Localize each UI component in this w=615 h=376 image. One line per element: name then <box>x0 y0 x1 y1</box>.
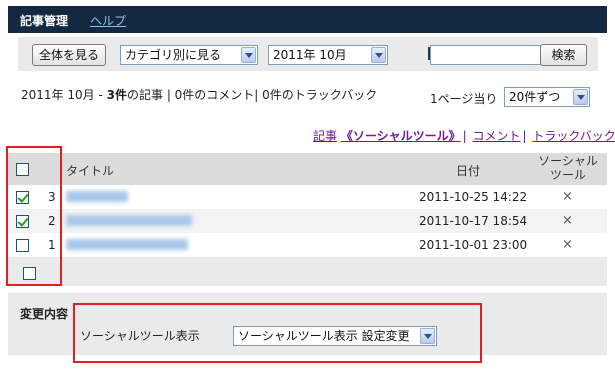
help-link[interactable]: ヘルプ <box>90 12 126 29</box>
chevron-down-icon <box>420 328 435 344</box>
row-date: 2011-10-25 14:22 <box>419 190 528 204</box>
article-title-link[interactable] <box>66 215 192 226</box>
social-status: × <box>562 213 573 228</box>
social-display-label: ソーシャルツール表示 <box>80 329 200 343</box>
column-title: タイトル <box>66 164 115 178</box>
select-all-checkbox-bottom[interactable] <box>23 267 36 280</box>
row-checkbox[interactable] <box>16 191 29 204</box>
summary-period: 2011年 10月 - <box>21 88 103 102</box>
article-title-link[interactable] <box>66 239 188 250</box>
chevron-down-icon <box>573 89 588 105</box>
row-date: 2011-10-01 23:00 <box>419 238 528 252</box>
social-status: × <box>562 189 573 204</box>
column-social-tool: ソーシャル ツール <box>538 154 598 182</box>
chevron-down-icon <box>241 47 256 63</box>
month-select[interactable]: 2011年 10月 <box>268 45 388 65</box>
summary-article-suffix: の記事 <box>126 88 163 102</box>
tab-social-tools[interactable]: 《ソーシャルツール》 <box>341 129 461 143</box>
view-tabs: 記事 《ソーシャルツール》 | コメント | トラックバック <box>313 127 615 144</box>
bulk-change-panel: 変更内容 ソーシャルツール表示 ソーシャルツール表示 設定変更 <box>8 293 607 355</box>
per-page-value: 20件ずつ <box>509 90 561 104</box>
column-social-line2: ツール <box>549 168 586 182</box>
summary-article-count: 3件 <box>106 88 127 102</box>
row-number: 3 <box>48 190 56 204</box>
page-title: 記事管理 <box>20 14 69 28</box>
select-all-checkbox[interactable] <box>16 163 29 176</box>
tab-comments[interactable]: コメント <box>472 129 520 143</box>
article-table: タイトル 日付 ソーシャル ツール 3 2011-10-25 14:22 × 2… <box>8 153 607 286</box>
table-row: 1 2011-10-01 23:00 × <box>8 233 607 257</box>
table-header: タイトル 日付 ソーシャル ツール <box>8 153 607 185</box>
search-button[interactable]: 検索 <box>540 44 587 66</box>
summary-rest: | 0件のコメント| 0件のトラックバック <box>166 88 378 102</box>
row-checkbox[interactable] <box>16 239 29 252</box>
row-checkbox[interactable] <box>16 215 29 228</box>
filter-toolbar: 全体を見る カテゴリ別に見る 2011年 10月 検索 <box>18 37 598 71</box>
column-social-line1: ソーシャル <box>538 154 598 168</box>
page-header: 記事管理 ヘルプ <box>8 6 607 33</box>
social-status: × <box>562 237 573 252</box>
chevron-down-icon <box>371 47 386 63</box>
article-title-link[interactable] <box>66 191 128 202</box>
category-select-value: カテゴリ別に見る <box>125 48 222 62</box>
tab-trackbacks[interactable]: トラックバック <box>532 129 615 143</box>
per-page-select[interactable]: 20件ずつ <box>504 87 590 107</box>
tab-separator: | <box>522 129 527 143</box>
social-display-select[interactable]: ソーシャルツール表示 設定変更 <box>233 326 437 346</box>
social-display-value: ソーシャルツール表示 設定変更 <box>238 329 410 343</box>
search-input[interactable] <box>430 45 548 65</box>
tab-articles[interactable]: 記事 <box>313 129 337 143</box>
view-all-button[interactable]: 全体を見る <box>32 44 106 66</box>
row-number: 1 <box>48 238 56 252</box>
month-select-value: 2011年 10月 <box>273 48 347 62</box>
column-date: 日付 <box>456 164 481 178</box>
article-summary: 2011年 10月 - 3件の記事 | 0件のコメント| 0件のトラックバック <box>21 86 377 103</box>
row-date: 2011-10-17 18:54 <box>419 214 528 228</box>
row-number: 2 <box>48 214 56 228</box>
change-label: 変更内容 <box>20 307 69 321</box>
table-row: 2 2011-10-17 18:54 × <box>8 209 607 233</box>
table-row: 3 2011-10-25 14:22 × <box>8 185 607 209</box>
category-select[interactable]: カテゴリ別に見る <box>120 45 258 65</box>
tab-separator: | <box>462 129 467 143</box>
per-page-label: 1ページ当り <box>430 92 498 106</box>
